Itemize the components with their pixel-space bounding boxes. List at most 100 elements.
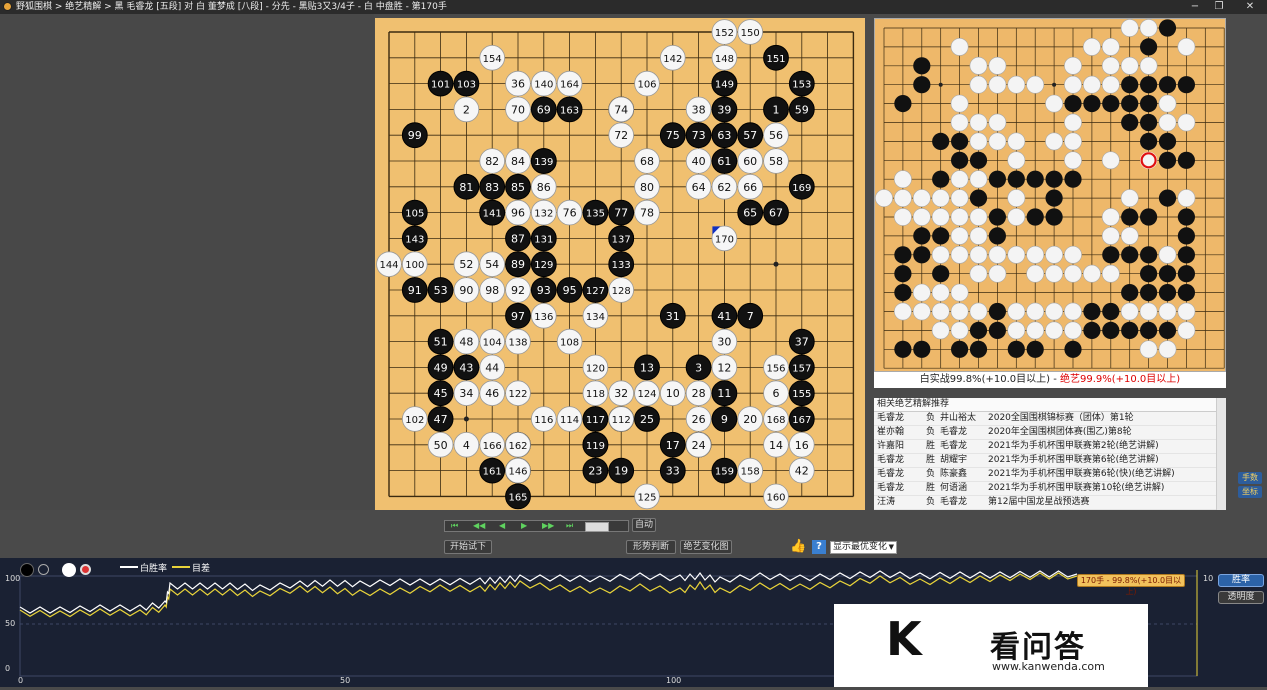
- white-stone[interactable]: 60: [737, 148, 764, 174]
- white-stone[interactable]: 70: [505, 96, 531, 123]
- black-stone[interactable]: 163: [556, 96, 583, 123]
- black-stone[interactable]: 31: [659, 302, 686, 329]
- list-item[interactable]: 毛睿龙 胜何语涵 2021华为手机杯围甲联赛第10轮(绝艺讲解): [874, 482, 1226, 496]
- white-stone[interactable]: 6: [763, 380, 789, 407]
- white-stone[interactable]: 26: [685, 406, 712, 432]
- white-stone[interactable]: 156: [763, 354, 789, 381]
- white-stone[interactable]: 150: [737, 19, 764, 45]
- black-stone[interactable]: 137: [608, 225, 635, 252]
- black-stone[interactable]: 73: [685, 122, 712, 149]
- black-stone[interactable]: 17: [659, 431, 686, 458]
- black-stone[interactable]: 57: [737, 122, 764, 149]
- variation-select[interactable]: 显示最优变化 ▼: [830, 541, 897, 554]
- white-stone[interactable]: 162: [505, 431, 531, 458]
- black-stone[interactable]: 93: [530, 277, 557, 303]
- white-stone[interactable]: 44: [479, 354, 505, 381]
- white-stone[interactable]: 76: [556, 199, 583, 226]
- white-stone[interactable]: 138: [505, 328, 531, 355]
- white-stone[interactable]: 28: [685, 380, 712, 407]
- black-stone[interactable]: 37: [788, 328, 815, 355]
- black-radio-icon[interactable]: [38, 564, 49, 575]
- white-stone[interactable]: 124: [634, 380, 660, 407]
- forward-10-icon[interactable]: ▶▶: [542, 521, 554, 531]
- black-stone[interactable]: 9: [711, 406, 738, 432]
- black-stone[interactable]: 11: [711, 380, 738, 407]
- white-stone[interactable]: 32: [608, 380, 635, 407]
- white-stone[interactable]: 24: [685, 431, 712, 458]
- black-stone[interactable]: 43: [453, 354, 480, 381]
- white-stone[interactable]: 134: [582, 302, 609, 329]
- black-stone[interactable]: 119: [582, 431, 609, 458]
- black-stone[interactable]: 103: [453, 70, 480, 97]
- move-number-toggle[interactable]: 手数: [1238, 472, 1262, 484]
- white-stone[interactable]: 16: [788, 431, 815, 458]
- white-stone[interactable]: 148: [711, 44, 738, 71]
- analysis-board-svg[interactable]: [875, 19, 1225, 371]
- white-stone[interactable]: 144: [376, 251, 402, 278]
- black-stone[interactable]: 19: [608, 457, 635, 484]
- white-stone[interactable]: 12: [711, 354, 738, 381]
- black-stone[interactable]: 23: [582, 457, 609, 484]
- white-stone[interactable]: 92: [505, 277, 531, 303]
- white-stone[interactable]: 72: [608, 122, 635, 148]
- white-stone[interactable]: 58: [763, 148, 789, 174]
- white-stone[interactable]: 132: [531, 199, 557, 226]
- restore-button[interactable]: ❐: [1207, 0, 1231, 14]
- variation-button[interactable]: 绝艺变化图: [680, 540, 732, 554]
- white-stone[interactable]: 158: [737, 457, 764, 484]
- black-stone[interactable]: 85: [505, 173, 531, 200]
- black-stone[interactable]: 47: [427, 406, 454, 432]
- white-stone[interactable]: 78: [634, 199, 660, 226]
- list-item[interactable]: 毛睿龙 胜胡耀宇 2021华为手机杯围甲联赛第6轮(绝艺讲解): [874, 454, 1226, 468]
- white-stone[interactable]: 160: [763, 483, 789, 510]
- black-stone[interactable]: 59: [788, 96, 815, 123]
- white-stone[interactable]: 120: [582, 354, 609, 381]
- white-stone[interactable]: 100: [401, 251, 428, 278]
- winrate-mode-button[interactable]: 胜率: [1218, 574, 1264, 587]
- black-stone[interactable]: 3: [685, 354, 712, 381]
- list-item[interactable]: 许嘉阳 胜毛睿龙 2021华为手机杯围甲联赛第2轮(绝艺讲解): [874, 440, 1226, 454]
- white-stone[interactable]: 54: [479, 251, 505, 278]
- main-board[interactable]: 1234567891011121314161719202123242526272…: [375, 18, 865, 510]
- black-stone[interactable]: 143: [401, 225, 428, 252]
- white-stone[interactable]: 30: [711, 328, 738, 355]
- list-item[interactable]: 毛睿龙 负陈豪鑫 2021华为手机杯围甲联赛第6轮(快)(绝艺讲解): [874, 468, 1226, 482]
- white-stone[interactable]: 128: [608, 277, 635, 303]
- black-stone[interactable]: 139: [530, 148, 557, 174]
- list-item[interactable]: 汪涛 负毛睿龙 第12届中国龙星战预选赛: [874, 496, 1226, 510]
- black-stone[interactable]: 105: [401, 199, 428, 226]
- minimize-button[interactable]: −: [1183, 0, 1207, 14]
- forward-icon[interactable]: ▶: [521, 521, 527, 531]
- black-stone[interactable]: 99: [401, 122, 428, 149]
- black-stone[interactable]: 159: [711, 457, 738, 484]
- black-stone[interactable]: 135: [582, 199, 609, 226]
- black-stone[interactable]: 7: [737, 302, 764, 329]
- black-stone[interactable]: 33: [659, 457, 686, 484]
- white-stone[interactable]: 56: [763, 122, 789, 148]
- black-stone[interactable]: 89: [505, 251, 531, 278]
- black-stone[interactable]: 61: [711, 148, 738, 174]
- black-stone[interactable]: 165: [505, 483, 531, 510]
- white-stone-icon[interactable]: [62, 563, 76, 577]
- black-stone[interactable]: 39: [711, 96, 738, 123]
- black-stone[interactable]: 87: [505, 225, 531, 252]
- black-stone[interactable]: 25: [634, 406, 660, 432]
- white-stone[interactable]: 2: [453, 96, 480, 123]
- last-move-icon[interactable]: ⏭: [566, 521, 573, 531]
- white-stone[interactable]: 14: [763, 431, 789, 458]
- black-stone[interactable]: 151: [763, 44, 789, 71]
- white-stone[interactable]: 136: [531, 302, 557, 329]
- white-stone[interactable]: 152: [711, 19, 738, 45]
- white-stone[interactable]: 122: [505, 380, 531, 407]
- list-item[interactable]: 毛睿龙 负井山裕太 2020全国围棋锦标赛（团体）第1轮: [874, 412, 1226, 426]
- black-stone[interactable]: 67: [763, 199, 789, 226]
- help-icon[interactable]: ?: [812, 540, 826, 554]
- list-scrollbar[interactable]: [1216, 398, 1226, 510]
- black-stone[interactable]: 169: [788, 173, 815, 200]
- white-stone[interactable]: 146: [505, 457, 531, 484]
- black-stone[interactable]: 53: [427, 277, 454, 303]
- white-stone[interactable]: 116: [531, 406, 557, 432]
- black-stone[interactable]: 41: [711, 302, 738, 329]
- main-board-svg[interactable]: 1234567891011121314161719202123242526272…: [375, 18, 865, 510]
- move-slider[interactable]: [585, 522, 609, 532]
